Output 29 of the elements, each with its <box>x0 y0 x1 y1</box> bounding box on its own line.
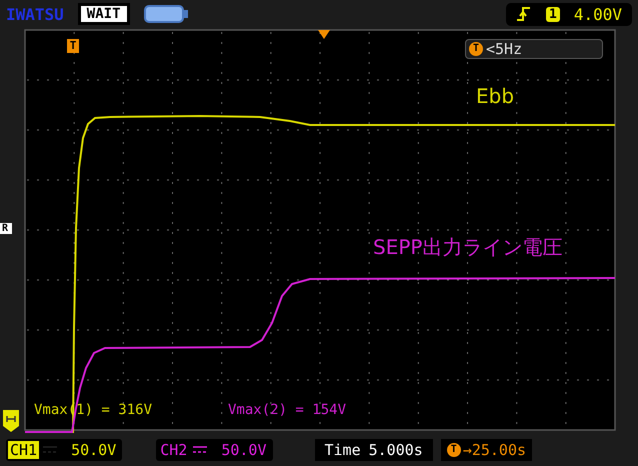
rising-edge-icon <box>516 5 532 23</box>
trace-label: SEPP出力ライン電圧 <box>373 234 562 261</box>
channel-label: CH1 <box>8 441 40 459</box>
trigger-badge: T <box>469 42 483 56</box>
dc-coupling-icon <box>43 445 58 455</box>
dc-coupling-icon <box>193 445 208 455</box>
channel-label: CH2 <box>159 441 188 459</box>
channel-scale: 50.0V <box>71 441 116 459</box>
trace-label: Ebb <box>476 84 514 108</box>
trigger-offset-value: →25.00s <box>462 441 526 459</box>
measurement-readout: Vmax(2) = 154V <box>228 402 346 418</box>
timebase-label: Time <box>324 441 361 459</box>
triangle-icon <box>318 30 330 39</box>
timebase-panel[interactable]: Time 5.000s <box>314 439 433 461</box>
channel-panel[interactable]: CH1 50.0V <box>6 439 122 461</box>
frequency-readout: <5Hz <box>486 40 522 58</box>
run-state-badge: WAIT <box>78 3 130 25</box>
brand-logo: IWATSU <box>6 4 64 24</box>
channel-ground-marker[interactable] <box>3 410 19 432</box>
trigger-channel: 1 <box>546 6 560 22</box>
trigger-badge: T <box>446 443 461 457</box>
channel-scale: 50.0V <box>221 441 266 459</box>
channel-panel[interactable]: CH2 50.0V <box>156 439 272 461</box>
reference-marker[interactable]: R <box>0 223 12 234</box>
timebase-value: 5.000s <box>368 441 423 459</box>
trigger-level: 4.00V <box>574 4 622 24</box>
battery-icon <box>144 5 190 23</box>
trigger-offset-panel[interactable]: T →25.00s <box>440 439 532 461</box>
trigger-position-marker[interactable]: T <box>67 39 79 53</box>
